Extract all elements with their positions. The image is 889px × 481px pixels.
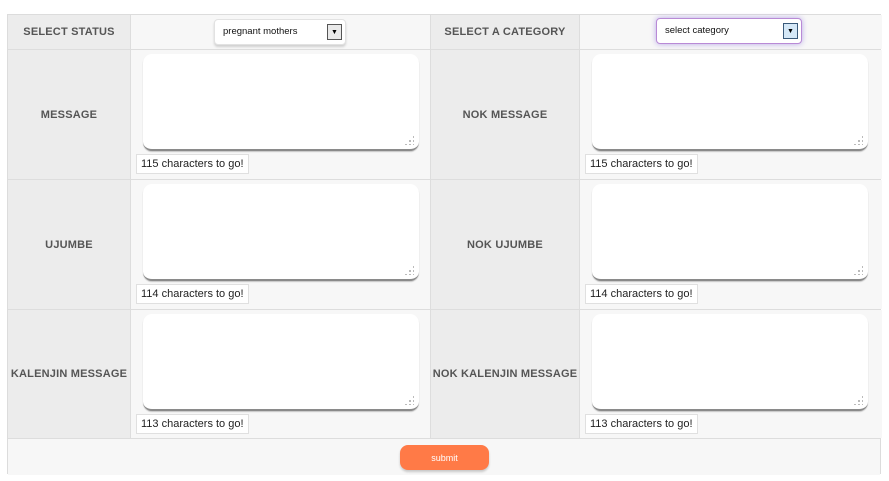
nok-kalenjin-message-label: NOK KALENJIN MESSAGE <box>431 310 580 438</box>
message-cell: 115 characters to go! <box>131 50 431 179</box>
status-label: SELECT STATUS <box>8 15 131 49</box>
status-select-value: pregnant mothers <box>223 26 298 37</box>
category-cell: select category ▼ <box>580 15 882 49</box>
ujumbe-counter: 114 characters to go! <box>136 284 249 304</box>
message-form: SELECT STATUS pregnant mothers ▼ SELECT … <box>7 14 882 475</box>
category-label: SELECT A CATEGORY <box>431 15 580 49</box>
nok-message-counter: 115 characters to go! <box>585 154 698 174</box>
nok-message-textarea[interactable] <box>592 54 868 151</box>
nok-ujumbe-label: NOK UJUMBE <box>431 180 580 309</box>
ujumbe-row: UJUMBE 114 characters to go! NOK UJUMBE … <box>8 180 882 310</box>
nok-kalenjin-message-textarea[interactable] <box>592 314 868 411</box>
kalenjin-message-textarea[interactable] <box>143 314 419 411</box>
nok-ujumbe-counter: 114 characters to go! <box>585 284 698 304</box>
chevron-down-icon[interactable]: ▼ <box>783 23 798 39</box>
resize-grip-icon[interactable] <box>404 265 414 275</box>
nok-message-label: NOK MESSAGE <box>431 50 580 179</box>
kalenjin-message-cell: 113 characters to go! <box>131 310 431 438</box>
submit-button[interactable]: submit <box>400 445 489 470</box>
resize-grip-icon[interactable] <box>853 395 863 405</box>
message-textarea[interactable] <box>143 54 419 151</box>
form-footer: submit <box>8 439 880 475</box>
kalenjin-message-label: KALENJIN MESSAGE <box>8 310 131 438</box>
ujumbe-cell: 114 characters to go! <box>131 180 431 309</box>
resize-grip-icon[interactable] <box>853 135 863 145</box>
message-label: MESSAGE <box>8 50 131 179</box>
ujumbe-label: UJUMBE <box>8 180 131 309</box>
message-counter: 115 characters to go! <box>136 154 249 174</box>
status-select[interactable]: pregnant mothers ▼ <box>214 19 346 45</box>
ujumbe-textarea[interactable] <box>143 184 419 281</box>
resize-grip-icon[interactable] <box>404 395 414 405</box>
nok-kalenjin-message-cell: 113 characters to go! <box>580 310 882 438</box>
nok-message-cell: 115 characters to go! <box>580 50 882 179</box>
message-row: MESSAGE 115 characters to go! NOK MESSAG… <box>8 50 882 180</box>
kalenjin-row: KALENJIN MESSAGE 113 characters to go! N… <box>8 310 882 439</box>
header-row: SELECT STATUS pregnant mothers ▼ SELECT … <box>8 15 882 50</box>
nok-ujumbe-textarea[interactable] <box>592 184 868 281</box>
nok-ujumbe-cell: 114 characters to go! <box>580 180 882 309</box>
category-select-value: select category <box>665 25 729 36</box>
chevron-down-icon[interactable]: ▼ <box>327 24 342 40</box>
category-select[interactable]: select category ▼ <box>656 18 802 44</box>
status-cell: pregnant mothers ▼ <box>131 15 431 49</box>
kalenjin-message-counter: 113 characters to go! <box>136 414 249 434</box>
resize-grip-icon[interactable] <box>853 265 863 275</box>
nok-kalenjin-message-counter: 113 characters to go! <box>585 414 698 434</box>
resize-grip-icon[interactable] <box>404 135 414 145</box>
